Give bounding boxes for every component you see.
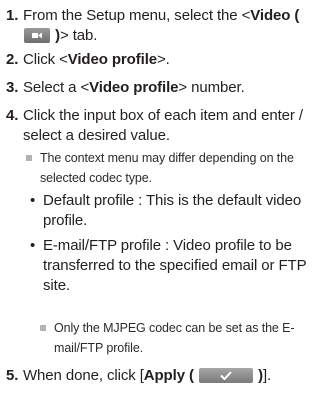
step-number: 1.: [6, 7, 19, 24]
manual-page: 1. From the Setup menu, select the <Vide…: [0, 0, 320, 416]
step-text: Select a <Video profile> number.: [23, 79, 245, 96]
step-number: 5.: [6, 367, 19, 384]
video-tab-icon: [24, 28, 50, 43]
apply-button-label: Apply ( ): [143, 367, 263, 384]
apply-check-icon: [198, 368, 253, 383]
bullet-icon: •: [30, 192, 36, 209]
video-profile-label: Video profile: [89, 79, 179, 96]
step-text: From the Setup menu, select the <Video (…: [23, 7, 300, 44]
note-square-icon: [40, 325, 46, 331]
step-text: Click the input box of each item and ent…: [23, 107, 303, 144]
step-number: 2.: [6, 51, 19, 68]
step-text: When done, click [Apply ( )].: [23, 367, 272, 384]
bullet-icon: •: [30, 237, 36, 254]
note-square-icon: [26, 155, 32, 161]
step-text: Click <Video profile>.: [23, 51, 170, 68]
step-number: 3.: [6, 79, 19, 96]
video-profile-label: Video profile: [67, 51, 158, 68]
step-number: 4.: [6, 107, 19, 124]
